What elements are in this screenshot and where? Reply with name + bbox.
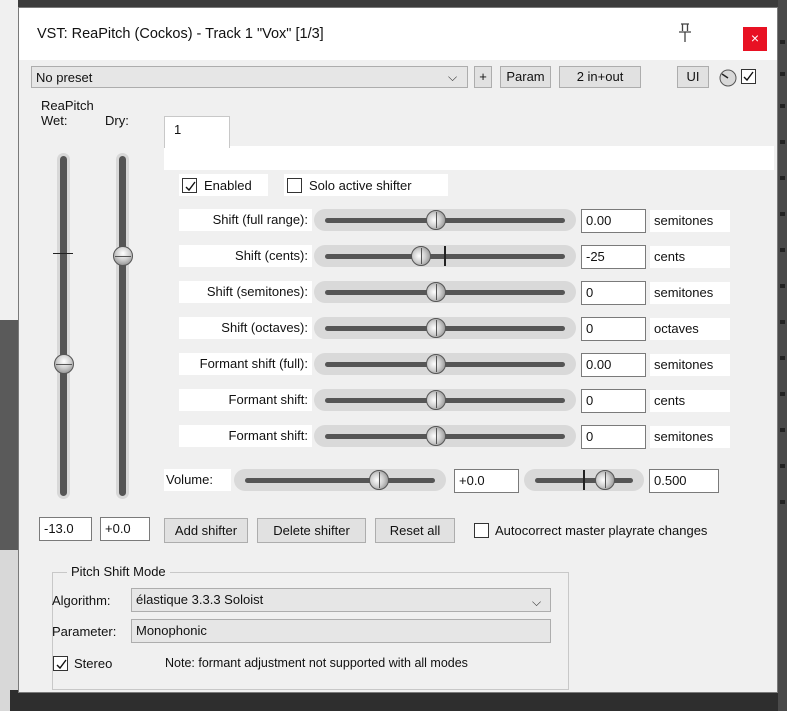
shift-row-value-field[interactable]: -25 [581, 245, 646, 269]
shift-row-label: Formant shift: [179, 389, 312, 411]
reset-all-button[interactable]: Reset all [375, 518, 455, 543]
shift-row-label: Shift (semitones): [179, 281, 312, 303]
tab-label: 1 [174, 122, 182, 137]
background-scrollbar [778, 0, 787, 711]
volume-label: Volume: [164, 469, 231, 491]
solo-option[interactable]: Solo active shifter [284, 174, 448, 196]
shift-row-unit: semitones [650, 282, 730, 304]
io-button[interactable]: 2 in+out [559, 66, 641, 88]
shift-row-value-field[interactable]: 0.00 [581, 209, 646, 233]
shift-row-value-field[interactable]: 0 [581, 425, 646, 449]
delete-shifter-button[interactable]: Delete shifter [257, 518, 366, 543]
background-track-area [0, 320, 18, 550]
wet-value-field[interactable]: -13.0 [39, 517, 92, 541]
wet-default-mark [53, 253, 73, 254]
pan-value-field[interactable]: 0.500 [649, 469, 719, 493]
shift-row-center-mark [444, 246, 446, 266]
chevron-down-icon: ⌵ [448, 70, 458, 84]
dry-slider-track[interactable] [119, 156, 126, 496]
wet-knob-icon[interactable] [719, 69, 737, 87]
shift-row-label: Shift (full range): [179, 209, 312, 231]
shift-row-slider-thumb[interactable] [426, 210, 446, 230]
shift-row-slider-thumb[interactable] [426, 282, 446, 302]
autocorrect-label: Autocorrect master playrate changes [495, 523, 708, 538]
volume-slider-thumb[interactable] [369, 470, 389, 490]
shift-row-slider-thumb[interactable] [411, 246, 431, 266]
dry-slider-thumb[interactable] [113, 245, 133, 266]
background-timeline [10, 690, 787, 711]
mode-note: Note: formant adjustment not supported w… [165, 656, 468, 670]
pan-center-mark [583, 470, 585, 490]
stereo-label: Stereo [74, 656, 113, 671]
shift-row-unit: octaves [650, 318, 730, 340]
tab-shifter-1[interactable]: 1 [164, 116, 230, 148]
wet-slider-track[interactable] [60, 156, 67, 496]
algorithm-dropdown[interactable]: élastique 3.3.3 Soloist ⌵ [131, 588, 551, 612]
enabled-checkbox[interactable] [182, 178, 197, 193]
wet-label: Wet: [41, 113, 68, 128]
window-title: VST: ReaPitch (Cockos) - Track 1 "Vox" [… [37, 26, 324, 42]
pitch-shift-mode-title: Pitch Shift Mode [67, 564, 170, 579]
parameter-value: Monophonic [136, 623, 207, 638]
pan-slider-thumb[interactable] [595, 470, 615, 490]
shift-row-unit: semitones [650, 354, 730, 376]
algorithm-label: Algorithm: [52, 593, 111, 608]
bypass-checkbox[interactable] [741, 69, 756, 84]
shift-row-unit: cents [650, 390, 730, 412]
pin-icon[interactable] [674, 22, 696, 44]
shift-row-label: Shift (octaves): [179, 317, 312, 339]
chevron-down-icon: ⌵ [532, 595, 542, 609]
shift-row-slider-thumb[interactable] [426, 426, 446, 446]
dry-value-field[interactable]: +0.0 [100, 517, 150, 541]
close-button[interactable]: × [743, 27, 767, 51]
shift-row-label: Formant shift: [179, 425, 312, 447]
volume-value-field[interactable]: +0.0 [454, 469, 519, 493]
enabled-label: Enabled [204, 178, 252, 193]
enabled-option[interactable]: Enabled [179, 174, 268, 196]
autocorrect-checkbox[interactable] [474, 523, 489, 538]
solo-label: Solo active shifter [309, 178, 412, 193]
shift-row-value-field[interactable]: 0 [581, 317, 646, 341]
parameter-field[interactable]: Monophonic [131, 619, 551, 643]
plugin-name-label: ReaPitch [41, 98, 94, 113]
background-panel-lower [0, 550, 18, 711]
shift-row-unit: cents [650, 246, 730, 268]
preset-value: No preset [36, 70, 93, 85]
shift-row-slider-thumb[interactable] [426, 354, 446, 374]
wet-slider-thumb[interactable] [54, 354, 74, 375]
parameter-label: Parameter: [52, 624, 117, 639]
shift-row-value-field[interactable]: 0 [581, 389, 646, 413]
shift-row-slider-thumb[interactable] [426, 318, 446, 338]
shift-row-label: Formant shift (full): [179, 353, 312, 375]
ui-button[interactable]: UI [677, 66, 709, 88]
shift-row-value-field[interactable]: 0.00 [581, 353, 646, 377]
add-shifter-button[interactable]: Add shifter [164, 518, 248, 543]
shift-row-unit: semitones [650, 210, 730, 232]
shift-row-unit: semitones [650, 426, 730, 448]
add-preset-button[interactable]: + [474, 66, 492, 88]
dry-label: Dry: [105, 113, 129, 128]
plugin-window: VST: ReaPitch (Cockos) - Track 1 "Vox" [… [18, 7, 778, 693]
background-panel [0, 0, 18, 320]
title-bar[interactable]: VST: ReaPitch (Cockos) - Track 1 "Vox" [… [19, 8, 777, 60]
shift-row-label: Shift (cents): [179, 245, 312, 267]
shift-row-slider-thumb[interactable] [426, 390, 446, 410]
volume-slider-track[interactable] [245, 478, 435, 483]
preset-dropdown[interactable]: No preset ⌵ [31, 66, 468, 88]
tab-strip [164, 146, 774, 170]
shift-row-value-field[interactable]: 0 [581, 281, 646, 305]
stereo-checkbox[interactable] [53, 656, 68, 671]
algorithm-value: élastique 3.3.3 Soloist [136, 592, 264, 607]
solo-checkbox[interactable] [287, 178, 302, 193]
param-button[interactable]: Param [500, 66, 551, 88]
